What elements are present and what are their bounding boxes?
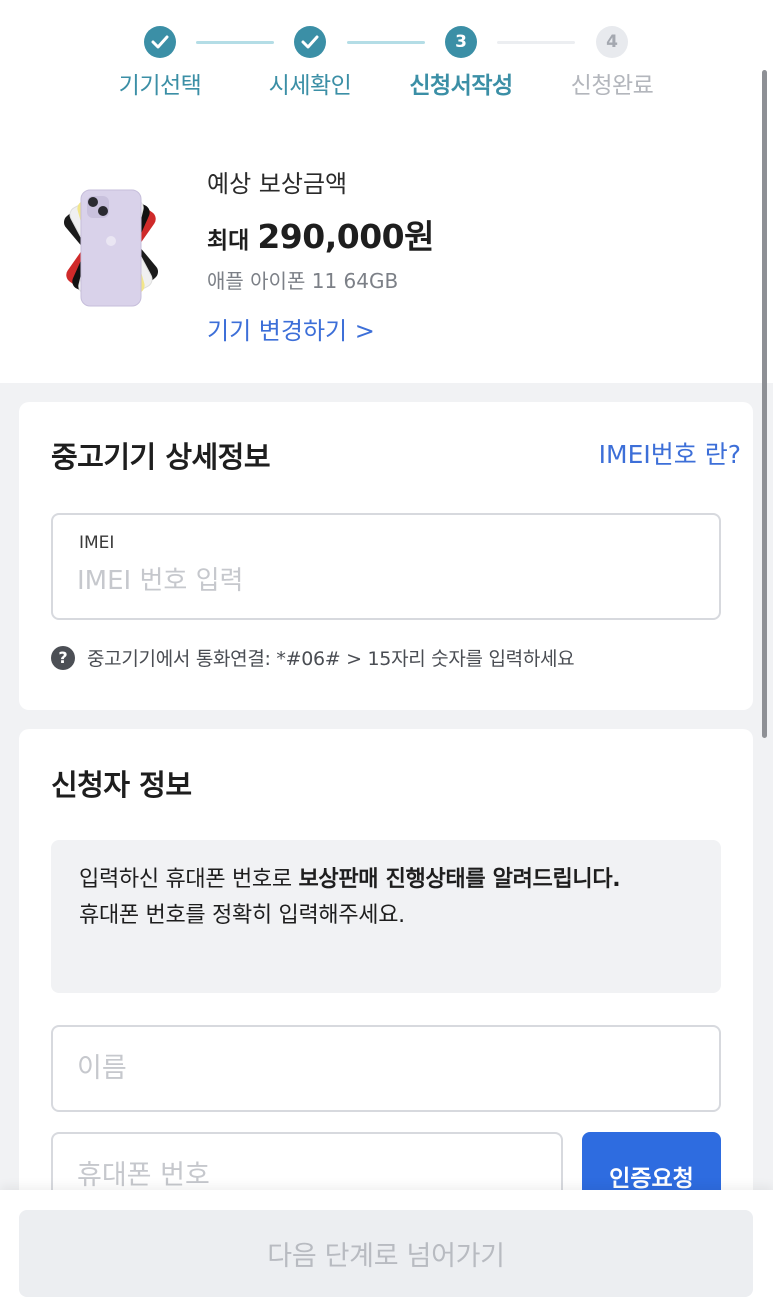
step-1-label: 기기선택 — [118, 73, 202, 99]
iphone-11-image — [63, 189, 159, 307]
step-2-label: 시세확인 — [268, 73, 352, 99]
device-name: 애플 아이폰 11 64GB — [207, 269, 399, 293]
name-input[interactable] — [77, 1027, 695, 1110]
check-icon — [151, 35, 169, 49]
price-amount: 290,000원 — [257, 217, 434, 256]
device-summary-section: 3 4 기기선택 시세확인 신청서작성 신청완료 예상 보상금액 최대 290,… — [0, 0, 773, 383]
imei-hint: ? 중고기기에서 통화연결: *#06# > 15자리 숫자를 입력하세요 — [51, 644, 575, 671]
device-image — [48, 186, 174, 308]
imei-hint-text: 중고기기에서 통화연결: *#06# > 15자리 숫자를 입력하세요 — [87, 648, 575, 670]
notice-text: 입력하신 휴대폰 번호로 — [79, 867, 299, 892]
applicant-section-title: 신청자 정보 — [51, 768, 192, 802]
phone-notice: 입력하신 휴대폰 번호로 보상판매 진행상태를 알려드립니다. 휴대폰 번호를 … — [51, 840, 721, 993]
price-row: 최대 290,000원 — [207, 210, 434, 258]
check-icon — [301, 35, 319, 49]
notice-line-2: 휴대폰 번호를 정확히 입력해주세요. — [79, 903, 405, 928]
imei-input[interactable] — [77, 559, 697, 603]
step-3-label: 신청서작성 — [409, 73, 513, 99]
step-4-label: 신청완료 — [570, 73, 654, 99]
step-connector-1 — [196, 41, 274, 44]
help-icon: ? — [51, 645, 75, 670]
progress-stepper: 3 4 기기선택 시세확인 신청서작성 신청완료 — [0, 0, 773, 110]
name-field[interactable] — [51, 1025, 721, 1112]
bottom-action-bar: 다음 단계로 넘어가기 — [0, 1190, 773, 1315]
step-4-number: 4 — [596, 26, 628, 58]
imei-field[interactable]: IMEI — [51, 513, 721, 620]
step-connector-2 — [347, 41, 425, 44]
scrollbar[interactable] — [762, 70, 767, 738]
change-device-link[interactable]: 기기 변경하기 > — [207, 311, 375, 346]
step-1-check-icon — [144, 26, 176, 58]
notice-bold-text: 보상판매 진행상태를 알려드립니다. — [298, 867, 621, 892]
step-connector-3 — [497, 41, 575, 44]
price-title: 예상 보상금액 — [207, 170, 348, 198]
step-2-check-icon — [294, 26, 326, 58]
price-prefix: 최대 — [207, 228, 250, 254]
imei-section-title: 중고기기 상세정보 — [51, 440, 271, 474]
next-step-button[interactable]: 다음 단계로 넘어가기 — [19, 1210, 753, 1297]
step-3-number: 3 — [445, 26, 477, 58]
imei-field-label: IMEI — [79, 533, 115, 553]
imei-help-link[interactable]: IMEI번호 란? — [599, 435, 741, 471]
